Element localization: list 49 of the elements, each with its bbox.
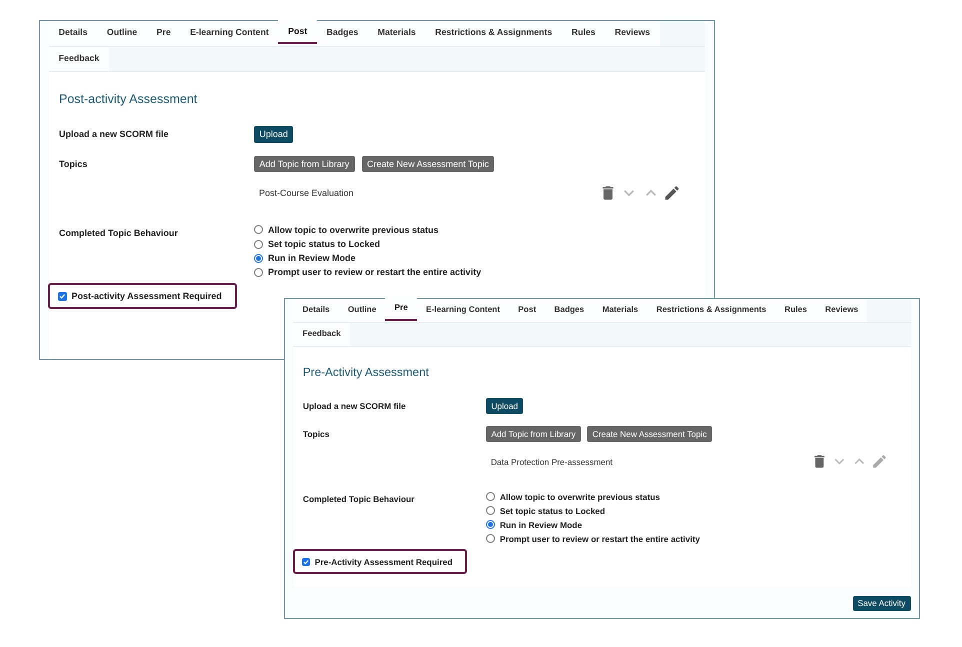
tab[interactable]: E-learning Content <box>180 21 278 46</box>
tab[interactable]: Restrictions & Assignments <box>425 21 562 46</box>
tab[interactable]: Badges <box>316 21 368 46</box>
option-label: Set topic status to Locked <box>500 506 606 516</box>
topic-name: Post-Course Evaluation <box>259 188 354 198</box>
checkbox-label: Post-activity Assessment Required <box>72 291 222 302</box>
option-label: Run in Review Mode <box>268 253 356 264</box>
option-label: Allow topic to overwrite previous status <box>500 492 660 502</box>
tab[interactable]: Materials <box>593 299 648 322</box>
tab[interactable]: Details <box>49 21 98 46</box>
option-label: Allow topic to overwrite previous status <box>268 224 439 235</box>
topic-name: Data Protection Pre-assessment <box>490 456 613 467</box>
field-label: Topics <box>302 428 330 439</box>
topic-button[interactable]: Add Topic from Library <box>254 156 355 172</box>
tab[interactable]: Pre <box>146 21 180 46</box>
checkbox-label: Pre-Activity Assessment Required <box>314 556 453 567</box>
section-title: Post-activity Assessment <box>59 92 198 106</box>
field-label: Topics <box>59 158 88 169</box>
field-label: Completed Topic Behaviour <box>59 228 179 238</box>
tab[interactable]: E-learning Content <box>416 299 510 322</box>
tab[interactable]: Outline <box>338 299 386 322</box>
tab[interactable]: Materials <box>368 21 426 46</box>
tab[interactable]: Outline <box>97 21 147 46</box>
tab[interactable]: Feedback <box>49 46 109 72</box>
field-label: Upload a new SCORM file <box>302 400 407 411</box>
tab[interactable]: Badges <box>545 299 594 322</box>
tab[interactable]: Rules <box>562 21 606 46</box>
topic-button[interactable]: Add Topic from Library <box>486 426 581 442</box>
save-button[interactable]: Save Activity <box>852 596 911 612</box>
option-label: Run in Review Mode <box>500 520 582 530</box>
upload-button[interactable]: Upload <box>486 398 524 414</box>
tab[interactable]: Reviews <box>605 21 660 46</box>
field-label: Completed Topic Behaviour <box>302 494 416 504</box>
tab[interactable]: Rules <box>775 299 816 322</box>
section-title: Pre-Activity Assessment <box>302 366 430 380</box>
tab[interactable]: Details <box>293 299 339 322</box>
tab[interactable]: Restrictions & Assignments <box>647 299 776 322</box>
field-label: Upload a new SCORM file <box>59 129 170 140</box>
upload-button[interactable]: Upload <box>254 126 294 143</box>
topic-button[interactable]: Create New Assessment Topic <box>587 426 712 442</box>
option-label: Prompt user to review or restart the entire activity <box>268 267 482 278</box>
option-label: Set topic status to Locked <box>268 239 380 249</box>
option-label: Prompt user to review or restart the entire activity <box>500 534 700 544</box>
tab[interactable]: Feedback <box>293 323 350 346</box>
tab[interactable]: Pre <box>385 297 417 321</box>
tab[interactable]: Reviews <box>816 299 868 322</box>
topic-button[interactable]: Create New Assessment Topic <box>362 156 494 172</box>
tab[interactable]: Post <box>509 299 546 322</box>
tab[interactable]: Post <box>278 19 317 44</box>
